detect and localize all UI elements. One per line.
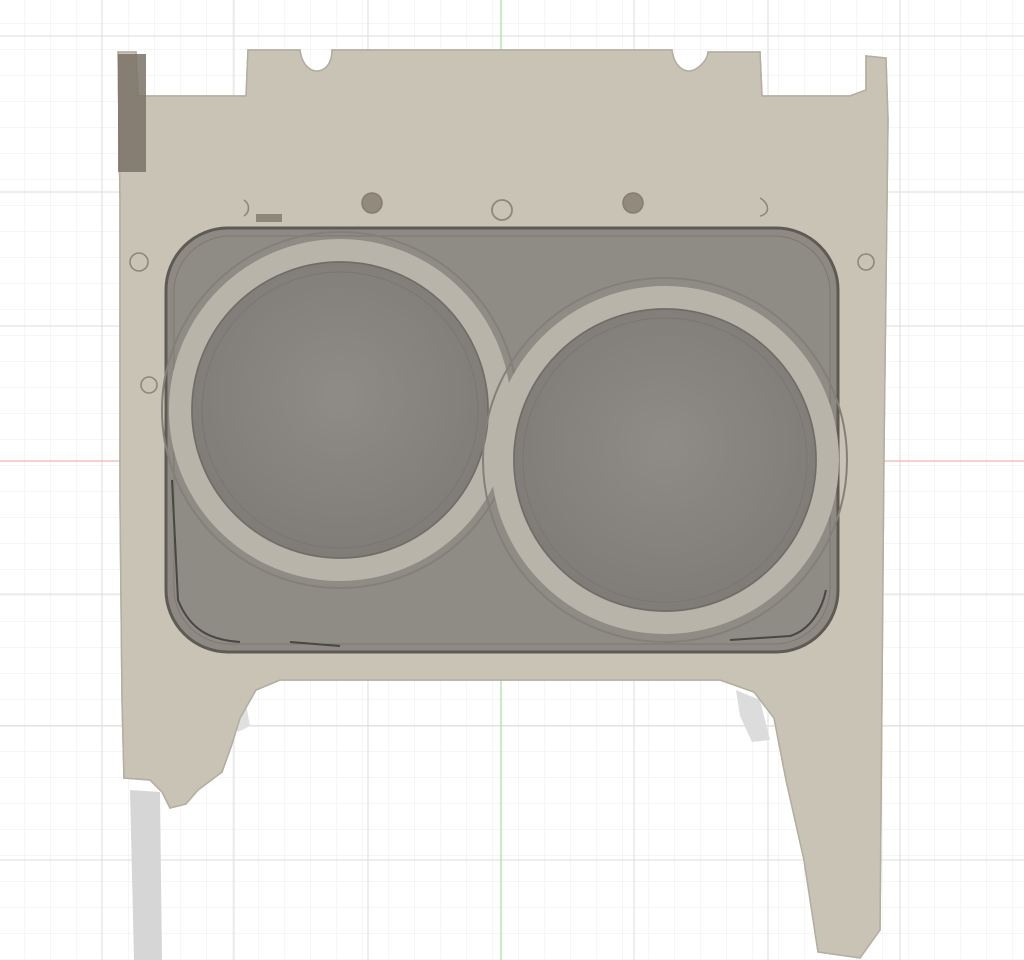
scan-artifact-patch <box>118 54 146 172</box>
right-disc <box>513 308 817 612</box>
left-disc <box>191 261 489 559</box>
mounting-hole-1 <box>361 192 383 214</box>
scan-artifact-small <box>256 214 282 222</box>
3d-viewport[interactable] <box>0 0 1024 960</box>
leg-shadow-left <box>130 790 162 960</box>
mounting-hole-3 <box>622 192 644 214</box>
viewport-canvas[interactable] <box>0 0 1024 960</box>
